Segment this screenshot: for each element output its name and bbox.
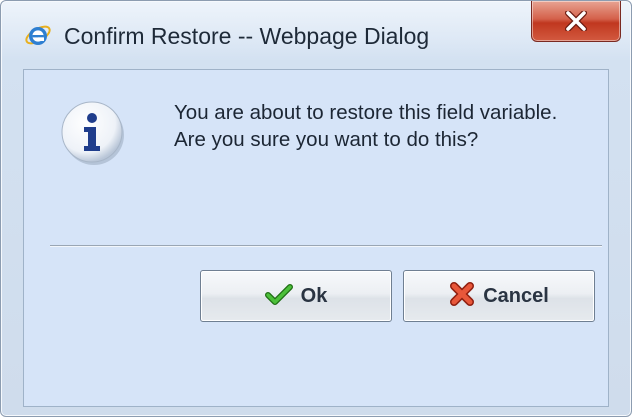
title-bar[interactable]: Confirm Restore -- Webpage Dialog: [1, 1, 631, 69]
close-button[interactable]: [531, 1, 621, 42]
message-line-1: You are about to restore this field vari…: [174, 101, 558, 124]
close-icon: [565, 11, 587, 31]
info-icon: [60, 100, 126, 166]
checkmark-icon: [264, 283, 293, 310]
dialog-content: You are about to restore this field vari…: [23, 69, 609, 407]
dialog-window: Confirm Restore -- Webpage Dialog You ar…: [0, 0, 632, 417]
divider: [50, 245, 602, 247]
confirmation-message: You are about to restore this field vari…: [174, 99, 557, 153]
ok-button-label: Ok: [300, 284, 328, 307]
ok-button[interactable]: Ok: [200, 270, 392, 322]
internet-explorer-icon: [24, 21, 52, 49]
x-icon: [449, 281, 475, 312]
window-title: Confirm Restore -- Webpage Dialog: [64, 23, 430, 49]
message-line-2: Are you sure you want to do this?: [174, 128, 479, 151]
cancel-button-label: Cancel: [483, 284, 549, 307]
cancel-button[interactable]: Cancel: [403, 270, 595, 322]
